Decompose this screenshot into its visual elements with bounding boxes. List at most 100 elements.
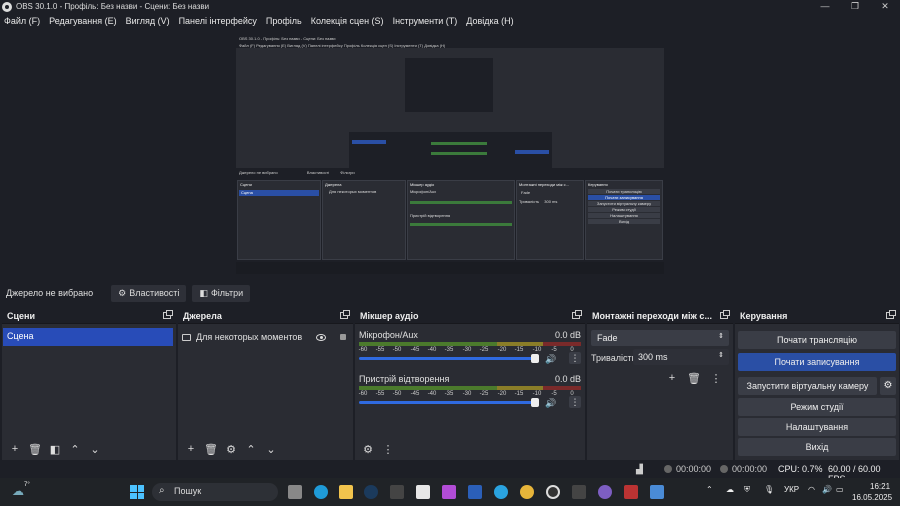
game-app-icon[interactable] — [624, 485, 638, 499]
exit-button[interactable]: Вихід — [738, 438, 896, 456]
file-explorer-icon[interactable] — [339, 485, 353, 499]
trash-icon[interactable]: 🗑 — [202, 441, 220, 457]
photos-icon[interactable] — [650, 485, 664, 499]
source-item[interactable]: Для некоторых моментов — [182, 330, 350, 344]
studio-mode-button[interactable]: Режим студії — [738, 398, 896, 416]
preview-mini-properties: Властивості — [306, 170, 330, 175]
lock-icon[interactable] — [340, 334, 346, 340]
search-placeholder: Пошук — [174, 486, 202, 496]
transitions-title: Монтажні переходи між с... — [592, 310, 712, 321]
move-up-icon[interactable]: ⌃ — [242, 441, 260, 457]
advanced-audio-icon[interactable]: ⚙ — [359, 441, 377, 457]
microphone-icon[interactable]: 🎙 — [764, 485, 774, 494]
security-icon[interactable]: ⛨ — [744, 485, 750, 495]
virtual-camera-settings-icon[interactable]: ⚙ — [880, 377, 896, 395]
preview-mini-scene-item: Сцена — [241, 190, 253, 195]
trash-icon[interactable]: 🗑 — [685, 370, 703, 386]
menu-edit[interactable]: Редагування (E) — [49, 16, 116, 26]
volume-slider[interactable] — [359, 354, 539, 363]
filters-label: Фільтри — [210, 288, 244, 298]
properties-button[interactable]: ⚙ Властивості — [111, 284, 187, 302]
bolt-app-icon[interactable] — [390, 485, 404, 499]
kebab-menu-icon[interactable]: ⋮ — [379, 441, 397, 457]
battery-icon[interactable]: ▭ — [836, 485, 844, 494]
add-icon[interactable]: + — [182, 441, 200, 457]
undock-icon[interactable] — [572, 310, 582, 319]
kebab-menu-icon[interactable]: ⋮ — [569, 396, 581, 408]
kebab-menu-icon[interactable]: ⋮ — [707, 370, 725, 386]
wifi-icon[interactable]: ◠ — [808, 485, 815, 494]
controls-title: Керування — [740, 310, 788, 321]
word-icon[interactable] — [468, 485, 482, 499]
preview-canvas[interactable]: OBS 30.1.0 - Профіль: Без назви - Сцени:… — [236, 34, 664, 274]
undock-icon[interactable] — [886, 310, 896, 319]
menu-scene-collection[interactable]: Колекція сцен (S) — [311, 16, 384, 26]
preview-mini-scenes-title: Сцени — [240, 182, 252, 187]
thunder-app-icon[interactable] — [572, 485, 586, 499]
stream-status: 00:00:00 — [664, 464, 711, 474]
filters-button[interactable]: ◧ Фільтри — [192, 284, 251, 302]
chevron-up-icon[interactable]: ⌃ — [706, 485, 713, 494]
gear-icon[interactable]: ⚙ — [222, 441, 240, 457]
preview-mini-menu: Файл (F) Редагування (E) Вигляд (V) Пане… — [239, 43, 446, 48]
edge-icon[interactable] — [314, 485, 328, 499]
minimize-button[interactable]: — — [810, 0, 840, 13]
start-icon[interactable] — [130, 485, 144, 499]
menu-help[interactable]: Довідка (H) — [466, 16, 513, 26]
start-virtual-camera-button[interactable]: Запустити віртуальну камеру — [738, 377, 877, 395]
menu-tools[interactable]: Інструменти (T) — [393, 16, 458, 26]
preview-mini-taskbar — [236, 262, 664, 274]
preview-mini-duration-label: Тривалість — [519, 199, 540, 204]
move-down-icon[interactable]: ⌄ — [262, 441, 280, 457]
volume-meter — [359, 342, 581, 346]
start-streaming-button[interactable]: Почати трансляцію — [738, 331, 896, 349]
steam-icon[interactable] — [364, 485, 378, 499]
eye-icon[interactable] — [316, 333, 326, 341]
scene-filter-icon[interactable]: ◧ — [46, 441, 64, 457]
cloud-icon[interactable]: ☁ — [726, 485, 734, 494]
task-view-icon[interactable] — [288, 485, 302, 499]
move-up-icon[interactable]: ⌃ — [66, 441, 84, 457]
audio-mixer-dock: Мікшер аудіо Мікрофон/Aux 0.0 dB -60 -55-… — [355, 308, 585, 460]
speaker-icon[interactable]: 🔊 — [545, 398, 556, 409]
menu-docks[interactable]: Панелі інтерфейсу — [179, 16, 257, 26]
speaker-icon[interactable]: 🔊 — [545, 354, 556, 365]
preview-mini-titlebar: OBS 30.1.0 - Профіль: Без назви - Сцени:… — [236, 34, 664, 48]
undock-icon[interactable] — [340, 310, 350, 319]
start-recording-button[interactable]: Почати записування — [738, 353, 896, 371]
copilot-icon[interactable] — [442, 485, 456, 499]
add-icon[interactable]: + — [6, 441, 24, 457]
menu-profile[interactable]: Профіль — [266, 16, 302, 26]
trash-icon[interactable]: 🗑 — [26, 441, 44, 457]
viber-icon[interactable] — [598, 485, 612, 499]
undock-icon[interactable] — [163, 310, 173, 319]
preview-mini-source-item: Для некоторых моментов — [329, 189, 377, 194]
move-down-icon[interactable]: ⌄ — [86, 441, 104, 457]
no-source-label: Джерело не вибрано — [6, 288, 94, 298]
weather-icon[interactable]: ☁ — [12, 484, 24, 498]
add-icon[interactable]: + — [663, 370, 681, 386]
kebab-menu-icon[interactable]: ⋮ — [569, 352, 581, 364]
preview-mini-duration: 300 ms — [544, 199, 558, 204]
menu-view[interactable]: Вигляд (V) — [126, 16, 170, 26]
store-icon[interactable] — [416, 485, 430, 499]
volume-slider[interactable] — [359, 398, 539, 407]
sources-dock: Джерела Для некоторых моментов + 🗑 ⚙ ⌃ ⌄ — [178, 308, 353, 460]
channel-db: 0.0 dB — [554, 374, 581, 384]
menu-file[interactable]: Файл (F) — [4, 16, 40, 26]
volume-icon[interactable]: 🔊 — [822, 485, 832, 494]
properties-label: Властивості — [129, 288, 180, 298]
record-time: 00:00:00 — [732, 464, 768, 474]
maximize-button[interactable]: ❐ — [840, 0, 870, 13]
undock-icon[interactable] — [720, 310, 730, 319]
taskbar-search[interactable]: ⌕ Пошук — [152, 483, 278, 501]
language-indicator[interactable]: УКР — [784, 485, 799, 494]
scene-item[interactable]: Сцена — [3, 328, 173, 346]
chrome-icon[interactable] — [520, 485, 534, 499]
close-button[interactable]: ✕ — [870, 0, 900, 13]
transition-select[interactable]: Fade ⇕ — [591, 330, 729, 346]
telegram-icon[interactable] — [494, 485, 508, 499]
duration-spinbox[interactable]: 300 ms ⇕ — [633, 349, 729, 365]
settings-button[interactable]: Налаштування — [738, 418, 896, 436]
obs-taskbar-icon[interactable] — [546, 485, 560, 499]
